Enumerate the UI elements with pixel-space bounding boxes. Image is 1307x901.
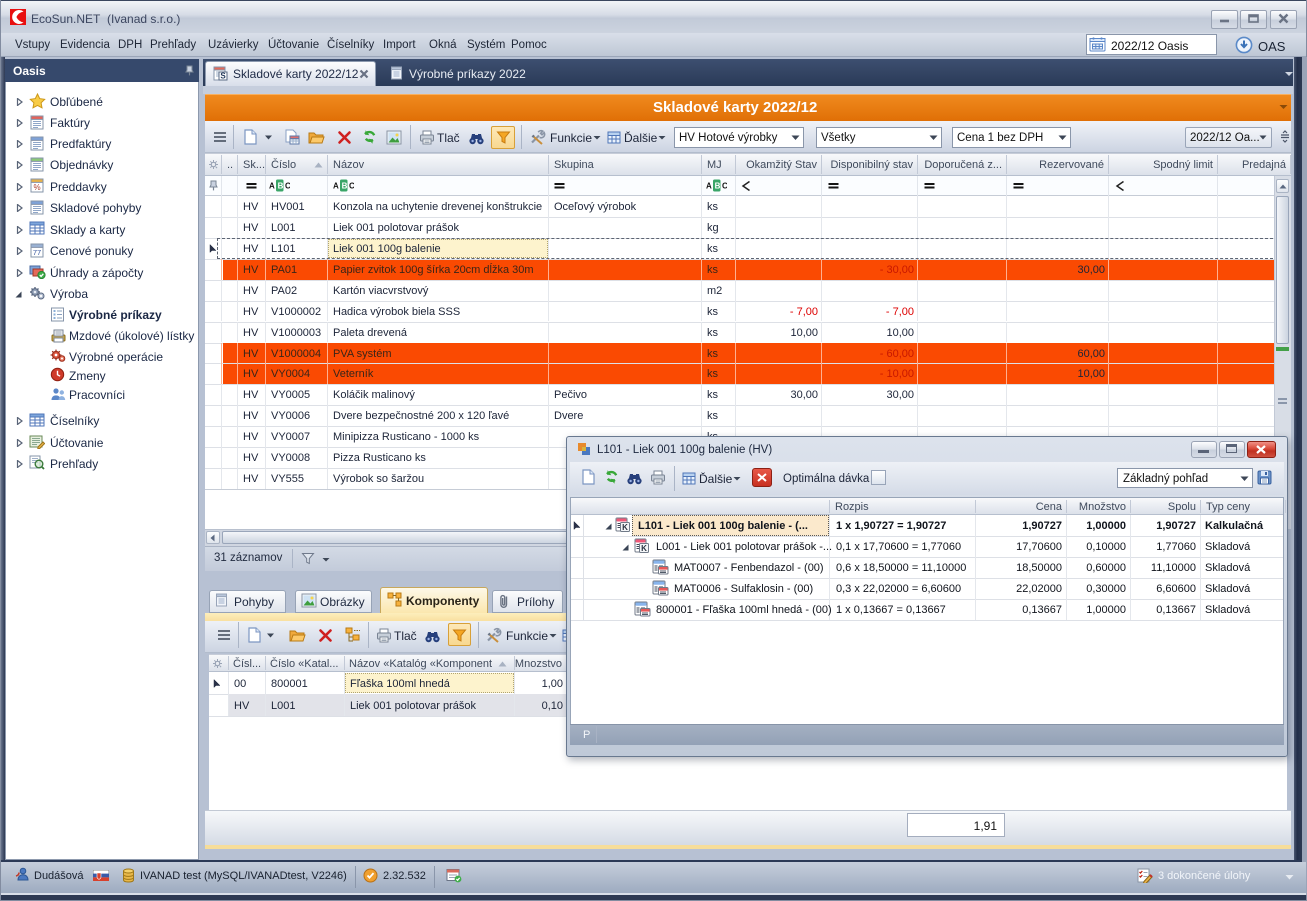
- svg-text:A: A: [269, 182, 275, 191]
- svg-text:K: K: [622, 523, 628, 532]
- svg-text:K: K: [641, 544, 647, 553]
- svg-text:A: A: [706, 182, 712, 191]
- svg-text:%: %: [33, 183, 40, 192]
- svg-text:C: C: [722, 182, 727, 191]
- svg-text:A: A: [333, 182, 339, 191]
- svg-text:B: B: [278, 182, 284, 191]
- svg-text:B: B: [342, 182, 348, 191]
- svg-text:77: 77: [33, 248, 41, 257]
- svg-text:B: B: [715, 182, 721, 191]
- svg-text:C: C: [285, 182, 290, 191]
- svg-text:S: S: [220, 72, 226, 81]
- svg-text:C: C: [349, 182, 354, 191]
